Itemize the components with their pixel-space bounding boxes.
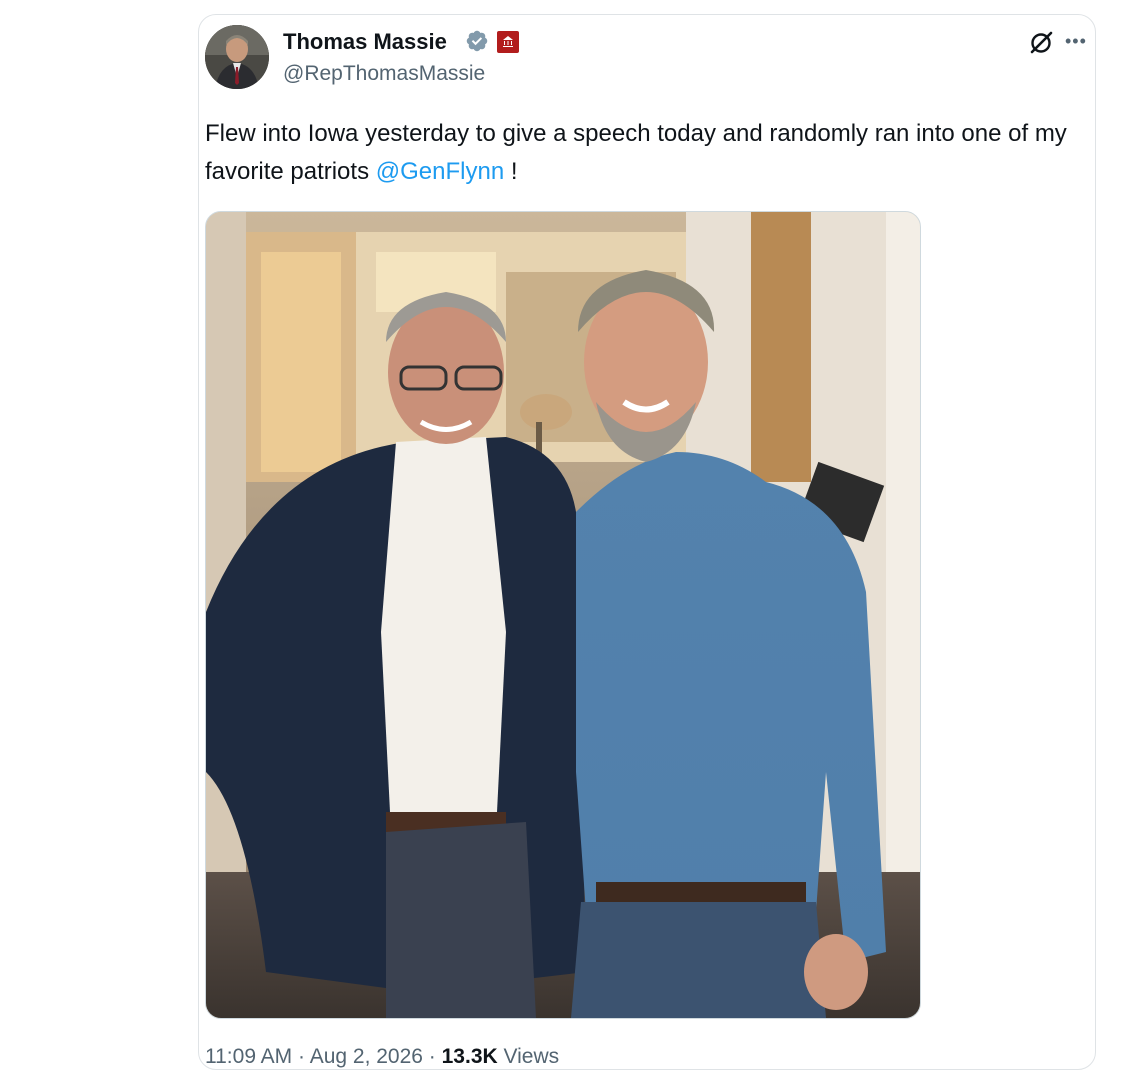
tweet-card[interactable]: Thomas Massie @RepThomasMassie ••• Flew … <box>198 14 1096 1070</box>
government-affiliation-badge-icon[interactable] <box>497 31 519 53</box>
display-name[interactable]: Thomas Massie <box>283 29 447 55</box>
tweet-photo[interactable] <box>205 211 921 1019</box>
tweet-text-tail: ! <box>504 158 518 185</box>
tweet-date[interactable]: Aug 2, 2026 <box>310 1045 423 1068</box>
tweet-time[interactable]: 11:09 AM <box>205 1045 292 1068</box>
tweet-text-body: Flew into Iowa yesterday to give a speec… <box>205 120 1067 185</box>
tweet-meta: 11:09 AM · Aug 2, 2026 · 13.3K Views <box>205 1045 559 1069</box>
tweet-text: Flew into Iowa yesterday to give a speec… <box>205 115 1085 191</box>
mention-link[interactable]: @GenFlynn <box>376 158 504 185</box>
views-count[interactable]: 13.3K <box>442 1045 498 1068</box>
more-options-icon[interactable]: ••• <box>1065 29 1095 53</box>
avatar[interactable] <box>205 25 269 89</box>
meta-separator: · <box>422 1045 442 1068</box>
verified-badge-icon[interactable] <box>465 29 489 53</box>
grok-icon[interactable] <box>1027 29 1055 57</box>
author-handle[interactable]: @RepThomasMassie <box>283 62 485 86</box>
views-label: Views <box>497 1045 560 1068</box>
meta-separator: · <box>292 1045 310 1068</box>
